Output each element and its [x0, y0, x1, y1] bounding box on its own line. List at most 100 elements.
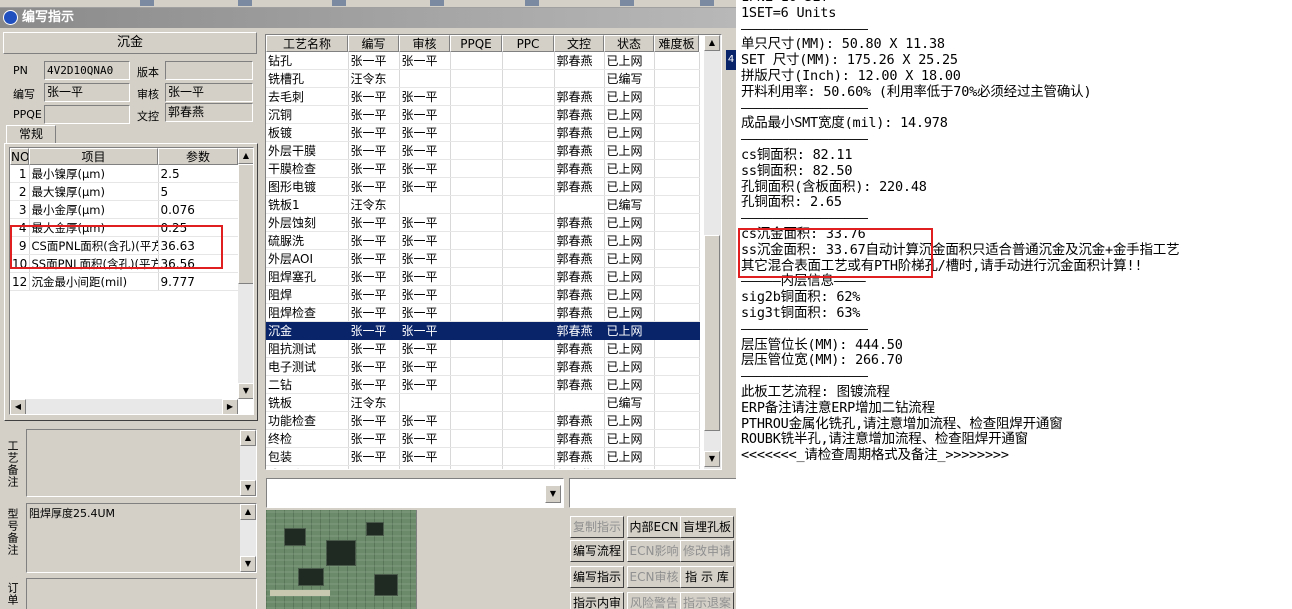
search-combo[interactable] [569, 478, 736, 508]
process-row[interactable]: 沉金 张一平 张一平 郭春燕 已上网 [266, 321, 700, 340]
chevron-down-icon[interactable]: ▼ [545, 485, 561, 503]
params-row[interactable]: 1 最小镍厚(μm) 2.5 [10, 165, 239, 183]
action-button[interactable]: 编写指示 [570, 566, 624, 588]
version-field[interactable] [165, 61, 253, 80]
params-row[interactable]: 12 沉金最小间距(mil) 9.777 [10, 272, 239, 291]
scroll-thumb[interactable] [704, 235, 720, 431]
toolbar-icon[interactable] [700, 0, 714, 6]
toolbar-icon[interactable] [140, 0, 154, 6]
process-header-cell[interactable]: 编写 [348, 35, 399, 52]
process-row[interactable]: 铣板1 汪令东 已编写 [266, 195, 700, 214]
action-button[interactable]: 指示内审 [570, 592, 624, 609]
process-header-cell[interactable]: 状态 [604, 35, 654, 52]
note2-scrollbar[interactable]: ▲ ▼ [240, 504, 256, 572]
process-row[interactable]: 电子测试 张一平 张一平 郭春燕 已上网 [266, 357, 700, 376]
process-row[interactable]: 阻焊检查 张一平 张一平 郭春燕 已上网 [266, 303, 700, 322]
scroll-up-arrow-icon[interactable]: ▲ [240, 504, 256, 520]
scroll-left-arrow-icon[interactable]: ◀ [10, 399, 26, 414]
toolbar-icon[interactable] [620, 0, 634, 6]
action-button[interactable]: 风险警告 [627, 592, 681, 609]
tab-general[interactable]: 常规 [6, 125, 56, 143]
scroll-down-arrow-icon[interactable]: ▼ [240, 480, 256, 496]
process-header-cell[interactable]: PPQE [450, 35, 502, 52]
toolbar-icon[interactable] [430, 0, 444, 6]
process-cell: 已上网 [604, 87, 655, 106]
action-button[interactable]: 复制指示 [570, 516, 624, 538]
toolbar-icon[interactable] [525, 0, 539, 6]
scroll-right-arrow-icon[interactable]: ▶ [222, 399, 238, 414]
action-button[interactable]: ECN审核 [627, 566, 681, 588]
process-row[interactable]: 钻孔 张一平 张一平 郭春燕 已上网 [266, 52, 700, 70]
instruction-window: 编写指示 沉金 PN 4V2D10QNA0 版本 编写 张一平 审核 张一平 P… [0, 0, 736, 609]
scroll-up-arrow-icon[interactable]: ▲ [240, 430, 256, 446]
process-row[interactable]: 外层AOI 张一平 张一平 郭春燕 已上网 [266, 249, 700, 268]
params-row[interactable]: 3 最小金厚(μm) 0.076 [10, 200, 239, 219]
params-vscrollbar[interactable]: ▲ ▼ [238, 148, 253, 399]
action-button[interactable]: 盲埋孔板 [680, 516, 734, 538]
scroll-up-arrow-icon[interactable]: ▲ [238, 148, 253, 164]
reviewer-field[interactable]: 张一平 [165, 83, 253, 102]
params-header-item[interactable]: 项目 [29, 148, 158, 165]
process-row[interactable]: 硫脲洗 张一平 张一平 郭春燕 已上网 [266, 231, 700, 250]
action-button[interactable]: 指 示 库 [680, 566, 734, 588]
ppqe-field[interactable] [44, 105, 130, 124]
process-header-cell[interactable]: 文控 [554, 35, 604, 52]
process-header-cell[interactable]: PPC [502, 35, 554, 52]
process-header-cell[interactable]: 工艺名称 [266, 35, 348, 52]
process-row[interactable]: 干膜检查 张一平 张一平 郭春燕 已上网 [266, 159, 700, 178]
process-cell [502, 123, 555, 142]
action-button[interactable]: 修改申请 [680, 540, 734, 562]
params-header-no[interactable]: NO [10, 148, 29, 165]
model-note-field[interactable]: 阻焊厚度25.4UM ▲ ▼ [26, 503, 257, 573]
process-row[interactable]: 板镀 张一平 张一平 郭春燕 已上网 [266, 123, 700, 142]
process-row[interactable]: 阻焊塞孔 张一平 张一平 郭春燕 已上网 [266, 267, 700, 286]
process-cell: 已上网 [604, 303, 655, 322]
doc-control-field[interactable]: 郭春燕 [165, 103, 253, 122]
process-row[interactable]: 成品仓张一平张一平郭春燕已上网 [266, 465, 700, 469]
process-header-cell[interactable]: 难度板 [654, 35, 699, 52]
process-header-cell[interactable]: 审核 [399, 35, 450, 52]
scroll-down-arrow-icon[interactable]: ▼ [240, 556, 256, 572]
process-row[interactable]: 铣板 汪令东 已编写 [266, 393, 700, 412]
toolbar-icon[interactable] [238, 0, 252, 6]
note1-scrollbar[interactable]: ▲ ▼ [240, 430, 256, 496]
process-row[interactable]: 功能检查 张一平 张一平 郭春燕 已上网 [266, 411, 700, 430]
scroll-down-arrow-icon[interactable]: ▼ [704, 451, 720, 467]
process-cell [502, 195, 555, 214]
scroll-down-arrow-icon[interactable]: ▼ [238, 383, 253, 399]
action-button[interactable]: 指示退案 [680, 592, 734, 609]
process-row[interactable]: 沉铜 张一平 张一平 郭春燕 已上网 [266, 105, 700, 124]
action-button[interactable]: 编写流程 [570, 540, 624, 562]
report-line: ———————————————— [741, 320, 868, 337]
process-row[interactable]: 外层蚀刻 张一平 张一平 郭春燕 已上网 [266, 213, 700, 232]
process-row[interactable]: 图形电镀 张一平 张一平 郭春燕 已上网 [266, 177, 700, 196]
params-header-value[interactable]: 参数 [158, 148, 238, 165]
action-button[interactable]: ECN影响 [627, 540, 681, 562]
process-note-field[interactable]: ▲ ▼ [26, 429, 257, 497]
process-cell [654, 105, 700, 124]
process-row[interactable]: 铣槽孔 汪令东 已编写 [266, 69, 700, 88]
scroll-up-arrow-icon[interactable]: ▲ [704, 35, 720, 51]
process-vscrollbar[interactable]: ▲ ▼ [704, 35, 721, 469]
params-hscrollbar[interactable]: ◀ ▶ [10, 399, 238, 414]
process-row[interactable]: 阻焊 张一平 张一平 郭春燕 已上网 [266, 285, 700, 304]
order-note-field[interactable] [26, 578, 257, 609]
process-row[interactable]: 外层干膜 张一平 张一平 郭春燕 已上网 [266, 141, 700, 160]
params-cell-value: 0.076 [158, 200, 239, 219]
side-tab[interactable]: 4 [726, 50, 736, 70]
toolbar-icon[interactable] [332, 0, 346, 6]
process-row[interactable]: 二钻 张一平 张一平 郭春燕 已上网 [266, 375, 700, 394]
window-titlebar[interactable]: 编写指示 [0, 8, 736, 28]
process-row[interactable]: 阻抗测试 张一平 张一平 郭春燕 已上网 [266, 339, 700, 358]
process-cell [654, 357, 700, 376]
action-button[interactable]: 内部ECN [627, 516, 681, 538]
process-row[interactable]: 去毛刺 张一平 张一平 郭春燕 已上网 [266, 87, 700, 106]
author-field[interactable]: 张一平 [44, 83, 130, 102]
pn-field[interactable]: 4V2D10QNA0 [44, 61, 130, 80]
scroll-thumb[interactable] [238, 164, 253, 284]
process-combo[interactable]: ▼ [266, 478, 564, 508]
process-row[interactable]: 终检 张一平 张一平 郭春燕 已上网 [266, 429, 700, 448]
params-row[interactable]: 2 最大镍厚(μm) 5 [10, 182, 239, 201]
process-cell: 张一平 [348, 52, 400, 70]
process-row[interactable]: 包装 张一平 张一平 郭春燕 已上网 [266, 447, 700, 466]
